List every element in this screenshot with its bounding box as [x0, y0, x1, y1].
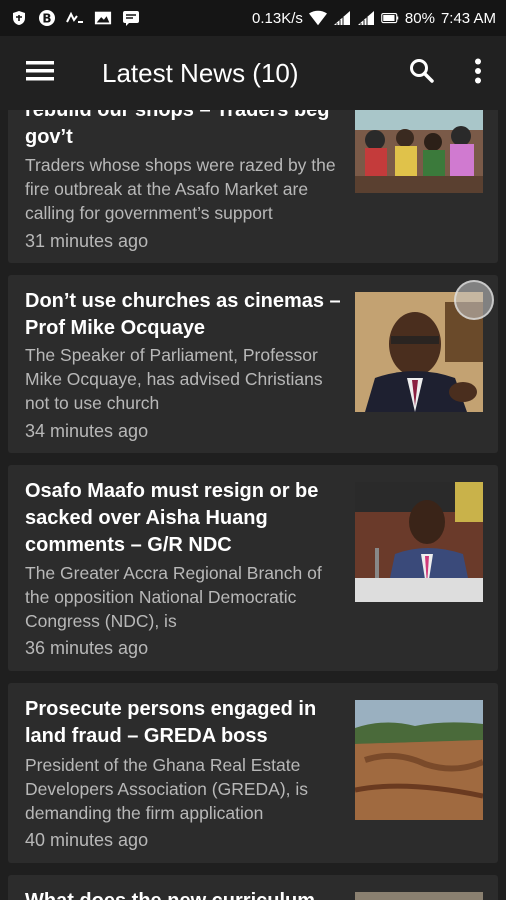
wifi-icon [308, 10, 327, 26]
article-summary: The Speaker of Parliament, Professor Mik… [25, 345, 323, 413]
signal-check-icon [66, 10, 84, 26]
cell-signal-2-icon [357, 10, 375, 26]
news-card[interactable]: rebuild our shops – Traders beg gov’t Tra… [8, 110, 498, 263]
search-icon [409, 58, 435, 89]
news-card[interactable]: Don’t use churches as cinemas – Prof Mik… [8, 275, 498, 453]
article-summary: Traders whose shops were razed by the fi… [25, 155, 336, 223]
article-title: Don’t use churches as cinemas – Prof Mik… [25, 290, 341, 339]
article-title: Osafo Maafo must resign or be sacked ove… [25, 480, 319, 556]
bitcoin-icon: B [38, 10, 56, 26]
app-bar: Latest News (10) [0, 36, 506, 110]
article-time: 36 minutes ago [25, 638, 149, 658]
page-title: Latest News (10) [102, 57, 299, 88]
article-time: 31 minutes ago [25, 231, 149, 251]
news-card[interactable]: What does the new curriculum [8, 875, 498, 900]
article-thumbnail [355, 892, 483, 900]
cell-signal-icon [333, 10, 351, 26]
article-title: What does the new curriculum [25, 888, 347, 900]
menu-button[interactable] [0, 36, 80, 110]
article-title: rebuild our shops – Traders beg gov’t [25, 110, 330, 148]
article-time: 34 minutes ago [25, 421, 149, 441]
article-thumbnail [355, 700, 483, 820]
article-thumbnail [355, 110, 483, 193]
article-summary: The Greater Accra Regional Branch of the… [25, 563, 322, 631]
article-time: 40 minutes ago [25, 830, 149, 850]
clock: 7:43 AM [440, 9, 496, 27]
message-icon [122, 10, 140, 26]
search-button[interactable] [394, 36, 450, 110]
news-card[interactable]: Osafo Maafo must resign or be sacked ove… [8, 465, 498, 671]
article-title: Prosecute persons engaged in land fraud … [25, 698, 317, 747]
touch-indicator [454, 280, 494, 320]
shield-icon [10, 10, 28, 26]
overflow-menu-button[interactable] [450, 36, 506, 110]
hamburger-menu-icon [26, 60, 54, 87]
battery-level: 80% [404, 9, 435, 27]
battery-icon [381, 10, 399, 26]
article-thumbnail [355, 482, 483, 602]
more-vert-icon [474, 58, 482, 89]
news-card[interactable]: Prosecute persons engaged in land fraud … [8, 683, 498, 863]
net-speed: 0.13K/s [252, 9, 303, 27]
article-summary: President of the Ghana Real Estate Devel… [25, 755, 309, 823]
status-bar: B 0.13K/s 80% 7:43 AM [0, 0, 506, 36]
svg-text:B: B [42, 12, 51, 26]
news-feed[interactable]: rebuild our shops – Traders beg gov’t Tra… [0, 110, 506, 900]
image-icon [94, 10, 112, 26]
